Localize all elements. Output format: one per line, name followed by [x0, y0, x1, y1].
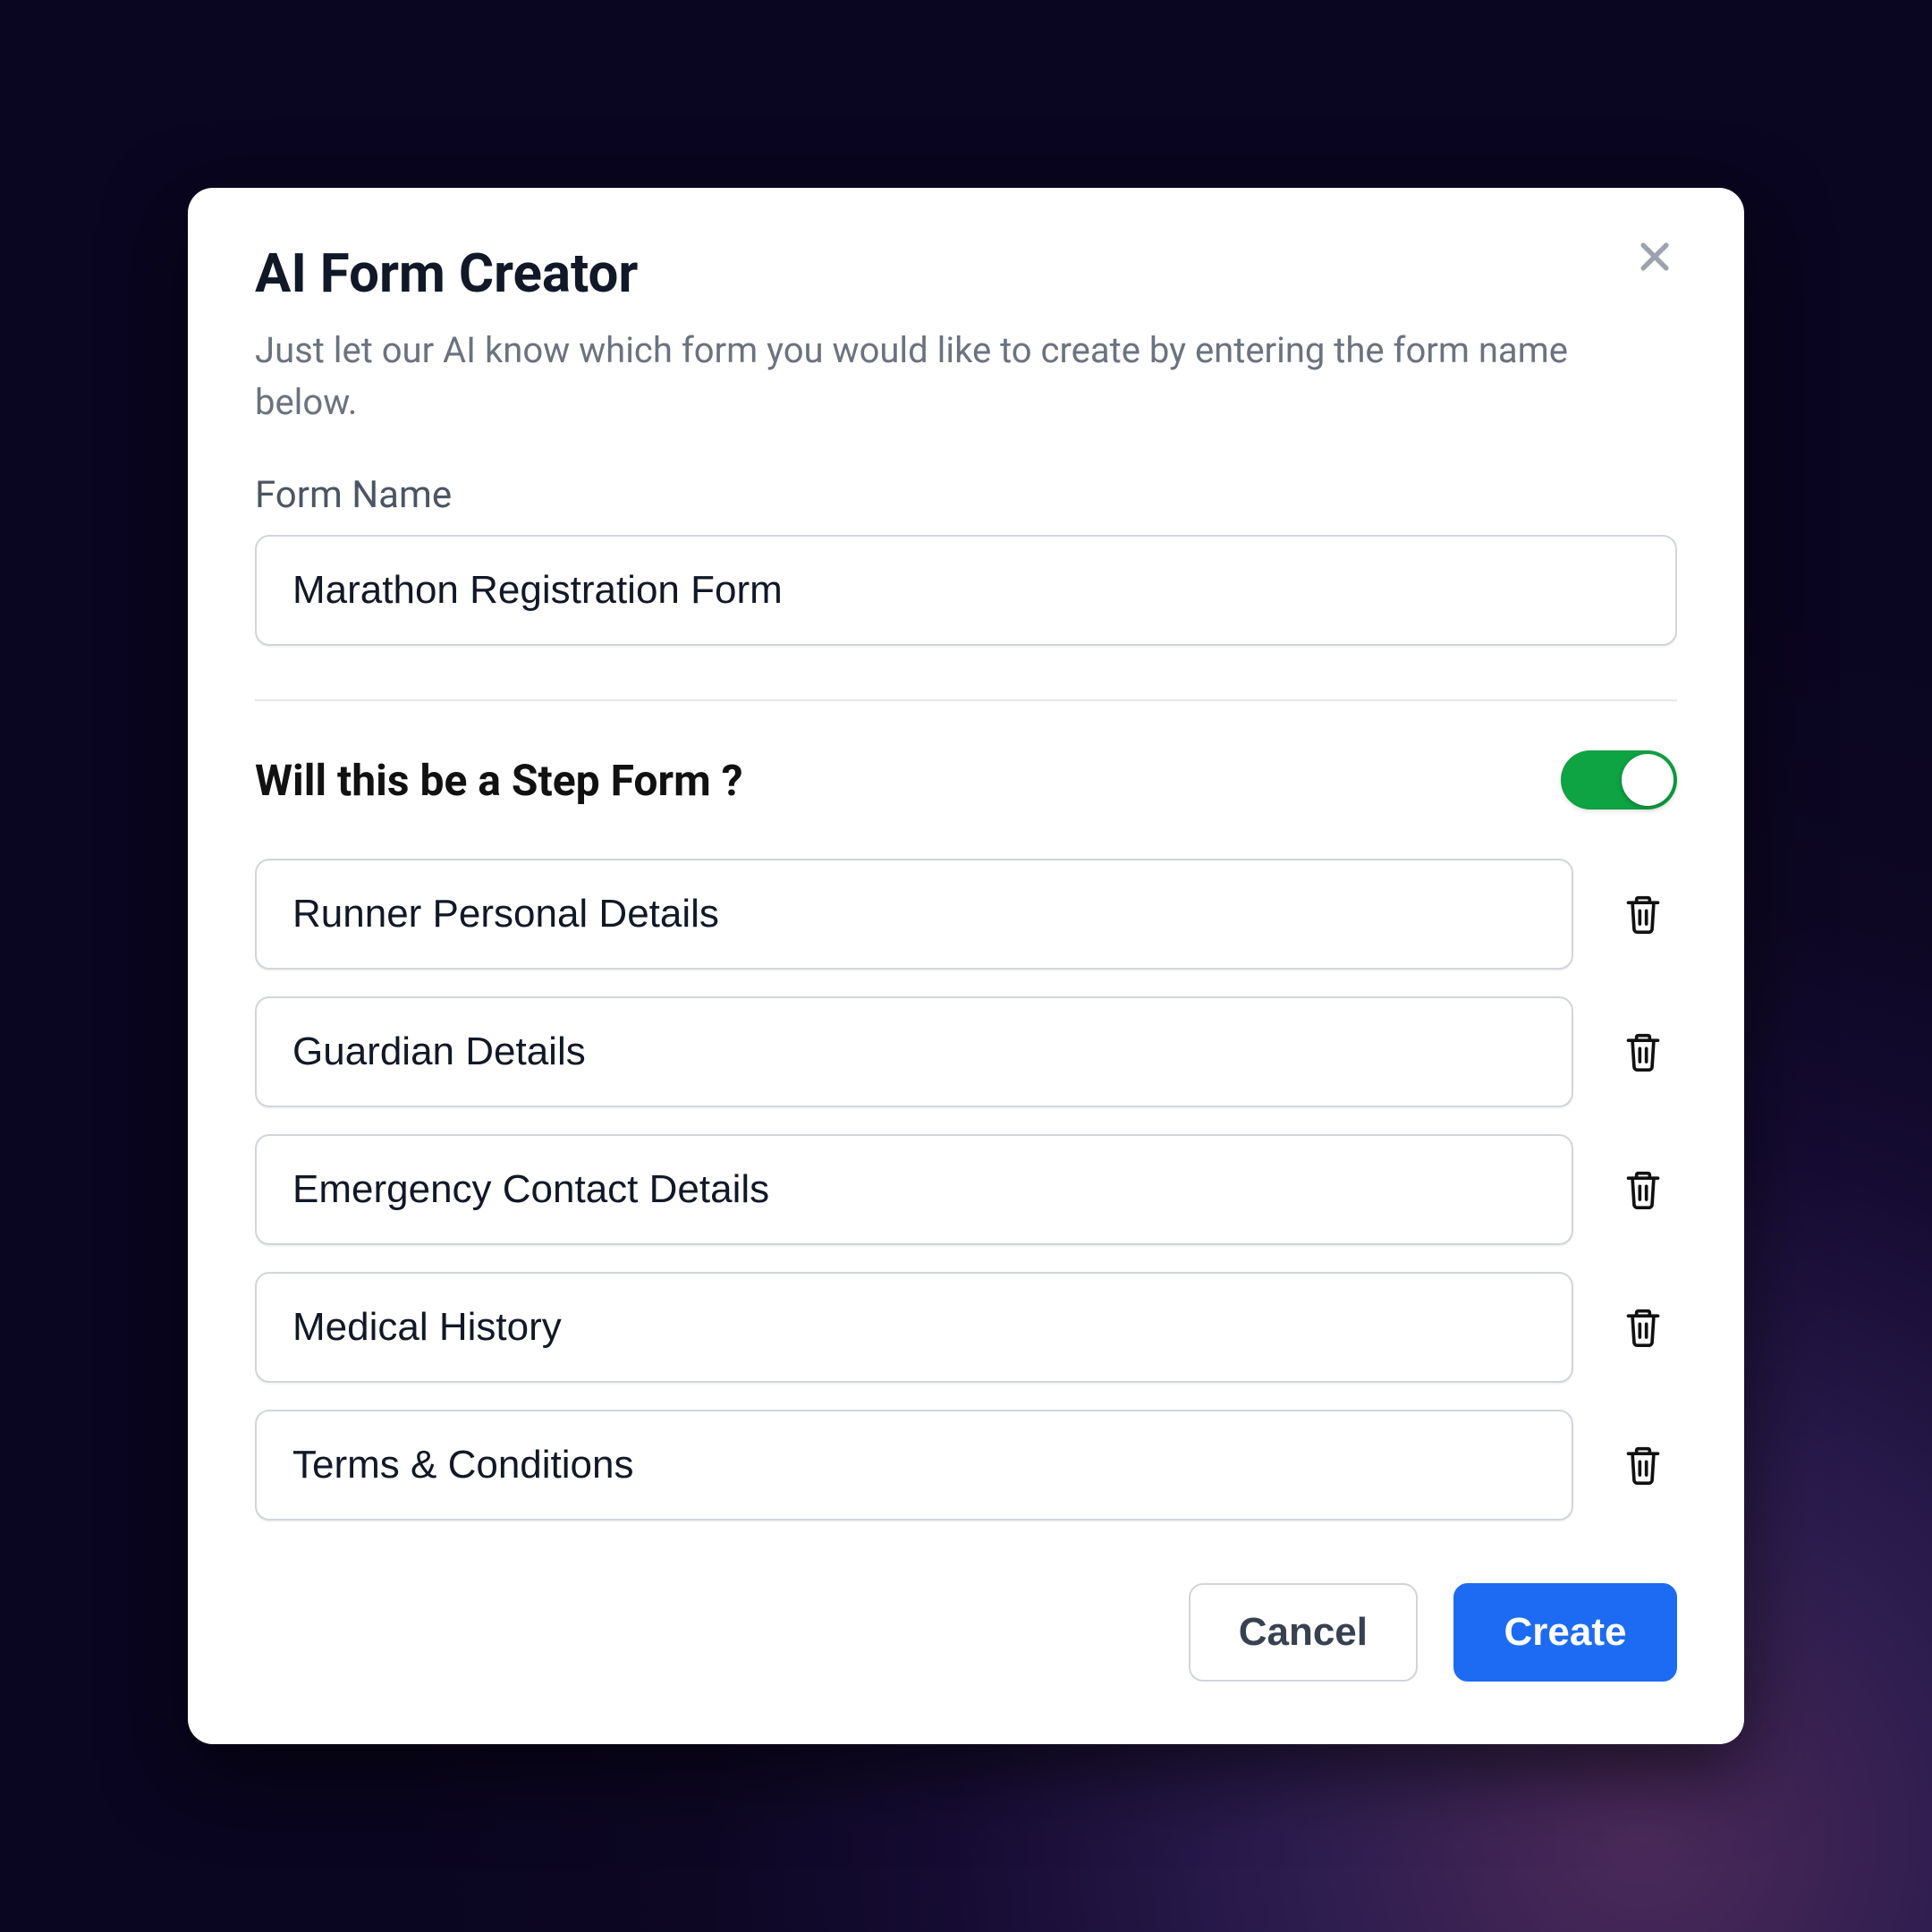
- trash-icon: [1623, 893, 1663, 936]
- modal-header: AI Form Creator Just let our AI know whi…: [255, 242, 1677, 428]
- delete-step-button[interactable]: [1618, 1302, 1668, 1352]
- delete-step-button[interactable]: [1618, 1440, 1668, 1490]
- step-name-input[interactable]: [255, 1410, 1573, 1521]
- step-form-toggle[interactable]: [1561, 750, 1677, 809]
- cancel-button[interactable]: Cancel: [1189, 1583, 1418, 1682]
- step-list: [255, 859, 1677, 1521]
- step-item: [255, 1272, 1677, 1383]
- step-item: [255, 1134, 1677, 1245]
- delete-step-button[interactable]: [1618, 1027, 1668, 1077]
- step-item: [255, 859, 1677, 970]
- cancel-button-label: Cancel: [1239, 1610, 1368, 1655]
- trash-icon: [1623, 1030, 1663, 1073]
- step-name-input[interactable]: [255, 1134, 1573, 1245]
- step-name-input[interactable]: [255, 996, 1573, 1107]
- close-button[interactable]: [1623, 225, 1686, 288]
- trash-icon: [1623, 1168, 1663, 1211]
- modal-footer: Cancel Create: [255, 1583, 1677, 1682]
- step-item: [255, 996, 1677, 1107]
- delete-step-button[interactable]: [1618, 889, 1668, 939]
- divider: [255, 699, 1677, 701]
- step-item: [255, 1410, 1677, 1521]
- close-icon: [1635, 237, 1674, 276]
- create-button[interactable]: Create: [1453, 1583, 1677, 1682]
- delete-step-button[interactable]: [1618, 1165, 1668, 1215]
- form-name-label: Form Name: [255, 473, 1677, 517]
- form-name-input[interactable]: [255, 535, 1677, 646]
- ai-form-creator-modal: AI Form Creator Just let our AI know whi…: [188, 188, 1744, 1744]
- create-button-label: Create: [1504, 1610, 1627, 1655]
- form-name-field: Form Name: [255, 473, 1677, 646]
- toggle-knob: [1622, 754, 1674, 806]
- step-name-input[interactable]: [255, 1272, 1573, 1383]
- trash-icon: [1623, 1306, 1663, 1349]
- step-form-toggle-row: Will this be a Step Form ?: [255, 750, 1677, 809]
- modal-title: AI Form Creator: [255, 242, 1677, 305]
- step-form-question: Will this be a Step Form ?: [255, 755, 742, 806]
- trash-icon: [1623, 1444, 1663, 1487]
- step-name-input[interactable]: [255, 859, 1573, 970]
- modal-subtitle: Just let our AI know which form you woul…: [255, 325, 1650, 428]
